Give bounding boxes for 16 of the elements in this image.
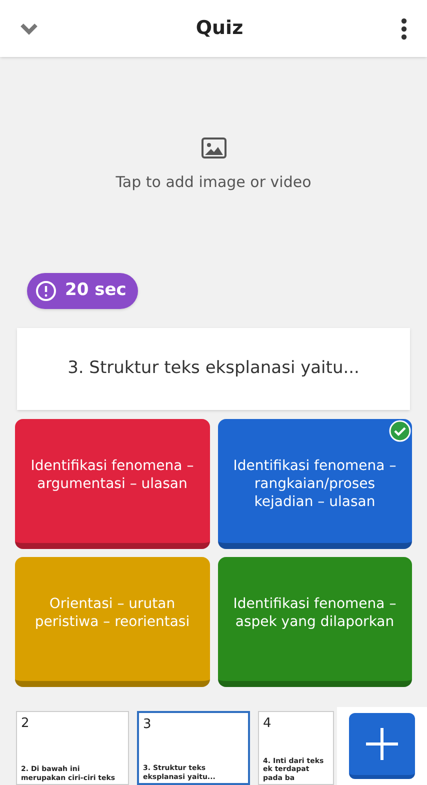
media-area[interactable]: Tap to add image or video bbox=[8, 61, 419, 269]
slide-number: 2 bbox=[21, 715, 30, 733]
plus-icon bbox=[365, 727, 399, 761]
media-placeholder: Tap to add image or video bbox=[116, 172, 312, 193]
slide-number: 4 bbox=[263, 715, 272, 733]
chevron-down-icon[interactable] bbox=[20, 22, 38, 34]
image-icon bbox=[200, 136, 226, 159]
slide-number: 3 bbox=[143, 716, 152, 734]
question-text[interactable]: 3. Struktur teks eksplanasi yaitu... bbox=[17, 328, 410, 410]
answer-option[interactable]: Identifikasi fenomena – rangkaian/proses kejadian – ulasan bbox=[218, 419, 412, 549]
screen-title: Quiz bbox=[196, 16, 244, 42]
add-question-button[interactable] bbox=[349, 713, 415, 779]
timer-badge[interactable]: 20 sec bbox=[27, 273, 138, 309]
answer-option[interactable]: Identifikasi fenomena – aspek yang dilaporkan bbox=[218, 557, 412, 687]
more-options-icon[interactable] bbox=[401, 18, 407, 40]
answer-option[interactable]: Identifikasi fenomena – argumentasi – ulasan bbox=[15, 419, 210, 549]
